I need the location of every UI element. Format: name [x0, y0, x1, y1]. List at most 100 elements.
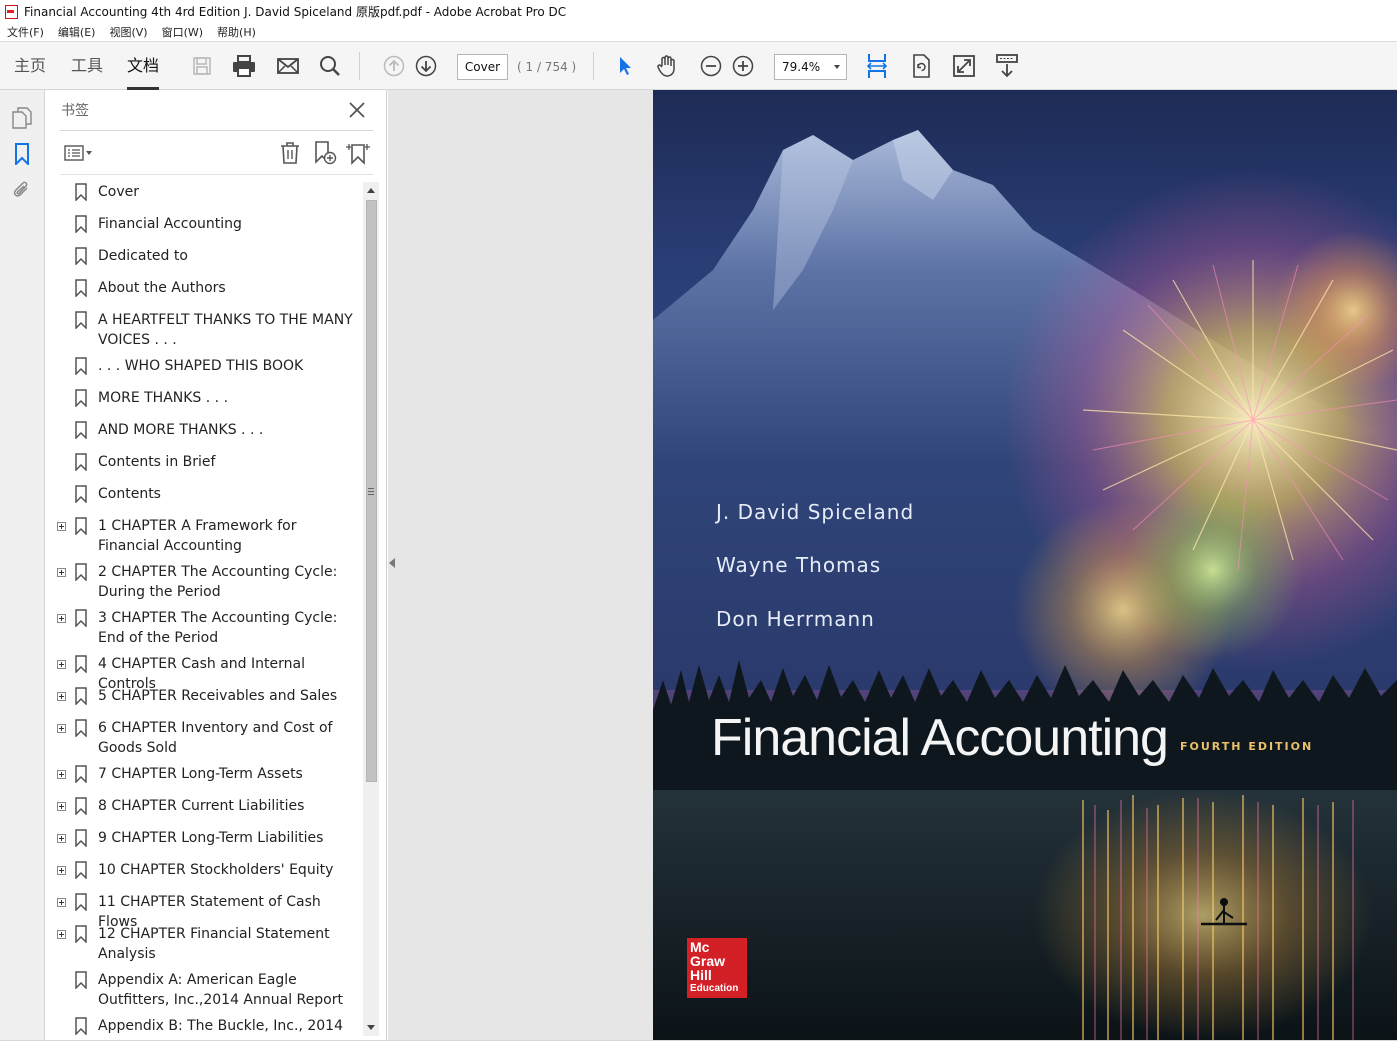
menu-view[interactable]: 视图(V)	[109, 24, 147, 40]
bookmark-label: MORE THANKS . . .	[98, 390, 229, 406]
expand-spacer	[57, 420, 71, 440]
zoom-out-icon[interactable]	[699, 54, 723, 78]
tab-document[interactable]: 文档	[127, 42, 160, 90]
bookmark-item[interactable]: . . . WHO SHAPED THIS BOOK	[55, 356, 360, 376]
toolbar-separator	[593, 52, 594, 80]
select-cursor-icon[interactable]	[613, 54, 637, 78]
bookmark-label: 1 CHAPTER A Framework for Financial Acco…	[98, 518, 297, 554]
bookmark-item[interactable]: 5 CHAPTER Receivables and Sales	[55, 686, 360, 706]
zoom-in-icon[interactable]	[731, 54, 755, 78]
scroll-down-arrow-icon[interactable]	[367, 1025, 375, 1030]
panel-title: 书签	[61, 103, 89, 119]
delete-bookmark-icon[interactable]	[275, 138, 305, 168]
bookmark-item[interactable]: Contents in Brief	[55, 452, 360, 472]
full-screen-icon[interactable]	[952, 54, 976, 78]
bookmark-label: Cover	[98, 184, 139, 200]
bookmark-label: 5 CHAPTER Receivables and Sales	[98, 688, 338, 704]
bookmark-icon	[71, 608, 91, 628]
menu-help[interactable]: 帮助(H)	[217, 24, 256, 40]
bookmark-item[interactable]: Cover	[55, 182, 360, 202]
expand-plus-icon[interactable]	[57, 764, 71, 784]
close-icon[interactable]	[345, 98, 369, 122]
bookmark-item[interactable]: 12 CHAPTER Financial Statement Analysis	[55, 924, 360, 964]
bookmark-item[interactable]: 2 CHAPTER The Accounting Cycle: During t…	[55, 562, 360, 602]
bookmark-label: 2 CHAPTER The Accounting Cycle: During t…	[98, 564, 338, 600]
expand-plus-icon[interactable]	[57, 686, 71, 706]
expand-plus-icon[interactable]	[57, 608, 71, 628]
divider	[60, 130, 373, 131]
attachments-icon[interactable]	[10, 178, 34, 202]
bookmark-item[interactable]: Dedicated to	[55, 246, 360, 266]
bookmark-item[interactable]: 7 CHAPTER Long-Term Assets	[55, 764, 360, 784]
menu-window[interactable]: 窗口(W)	[162, 24, 203, 40]
cover-author: Don Herrmann	[716, 607, 875, 631]
save-icon[interactable]	[190, 54, 214, 78]
collapse-panel-arrow-icon[interactable]	[389, 558, 395, 568]
expand-plus-icon[interactable]	[57, 924, 71, 944]
bookmark-icon	[71, 686, 91, 706]
expand-spacer	[57, 278, 71, 298]
expand-spacer	[57, 214, 71, 234]
page-number-input[interactable]: Cover	[457, 54, 508, 80]
scroll-up-arrow-icon[interactable]	[367, 188, 375, 193]
expand-plus-icon[interactable]	[57, 718, 71, 738]
expand-plus-icon[interactable]	[57, 892, 71, 912]
tab-tools[interactable]: 工具	[71, 42, 103, 90]
main-toolbar: 主页 工具 文档 Cover ( 1 / 754 ) 79.4%	[0, 42, 1397, 90]
bookmark-item[interactable]: About the Authors	[55, 278, 360, 298]
bookmark-label: Contents	[98, 486, 161, 502]
bookmark-item[interactable]: 3 CHAPTER The Accounting Cycle: End of t…	[55, 608, 360, 648]
bookmark-scrollbar[interactable]	[363, 182, 379, 1036]
rotate-page-icon[interactable]	[909, 54, 933, 78]
bookmark-icon	[71, 924, 91, 944]
toolbar-separator	[359, 52, 360, 80]
read-mode-icon[interactable]	[995, 54, 1019, 78]
new-bookmark-icon[interactable]	[310, 138, 340, 168]
bookmark-item[interactable]: MORE THANKS . . .	[55, 388, 360, 408]
bookmark-item[interactable]: Financial Accounting	[55, 214, 360, 234]
expand-plus-icon[interactable]	[57, 828, 71, 848]
expand-spacer	[57, 182, 71, 202]
expand-plus-icon[interactable]	[57, 562, 71, 582]
prev-page-icon[interactable]	[382, 54, 406, 78]
menu-file[interactable]: 文件(F)	[7, 24, 44, 40]
bookmark-item[interactable]: AND MORE THANKS . . .	[55, 420, 360, 440]
bookmark-item[interactable]: 1 CHAPTER A Framework for Financial Acco…	[55, 516, 360, 556]
print-icon[interactable]	[232, 54, 256, 78]
options-menu-icon[interactable]	[62, 138, 96, 168]
tab-home[interactable]: 主页	[14, 42, 46, 90]
hand-tool-icon[interactable]	[655, 54, 679, 78]
bookmarks-panel: 书签 Cover Financial Accounting Dedicated to…	[45, 90, 387, 1041]
search-icon[interactable]	[318, 54, 342, 78]
expand-plus-icon[interactable]	[57, 860, 71, 880]
bookmark-label: Financial Accounting	[98, 216, 242, 232]
bookmark-item[interactable]: 8 CHAPTER Current Liabilities	[55, 796, 360, 816]
page-thumbnails-icon[interactable]	[10, 106, 34, 130]
expand-plus-icon[interactable]	[57, 796, 71, 816]
next-page-icon[interactable]	[414, 54, 438, 78]
bookmark-icon	[71, 388, 91, 408]
bookmark-icon	[71, 214, 91, 234]
menu-edit[interactable]: 编辑(E)	[58, 24, 96, 40]
expand-spacer	[57, 356, 71, 376]
bookmark-icon	[71, 452, 91, 472]
bookmark-label: 3 CHAPTER The Accounting Cycle: End of t…	[98, 610, 338, 646]
email-icon[interactable]	[276, 54, 300, 78]
bookmark-item[interactable]: 9 CHAPTER Long-Term Liabilities	[55, 828, 360, 848]
bookmark-label: 10 CHAPTER Stockholders' Equity	[98, 862, 334, 878]
bookmark-icon	[71, 246, 91, 266]
bookmark-item[interactable]: 10 CHAPTER Stockholders' Equity	[55, 860, 360, 880]
bookmark-label: About the Authors	[98, 280, 226, 296]
expand-plus-icon[interactable]	[57, 654, 71, 674]
bookmark-item[interactable]: Contents	[55, 484, 360, 504]
expand-plus-icon[interactable]	[57, 516, 71, 536]
bookmark-item[interactable]: Appendix A: American Eagle Outfitters, I…	[55, 970, 360, 1010]
bookmark-item[interactable]: Appendix B: The Buckle, Inc., 2014	[55, 1016, 360, 1036]
bookmark-item[interactable]: 6 CHAPTER Inventory and Cost of Goods So…	[55, 718, 360, 758]
bookmark-from-structure-icon[interactable]	[343, 138, 373, 168]
fit-width-icon[interactable]	[865, 54, 889, 78]
expand-spacer	[57, 970, 71, 990]
zoom-level-select[interactable]: 79.4%	[774, 54, 847, 80]
bookmark-item[interactable]: A HEARTFELT THANKS TO THE MANY VOICES . …	[55, 310, 360, 350]
bookmarks-icon[interactable]	[10, 142, 34, 166]
